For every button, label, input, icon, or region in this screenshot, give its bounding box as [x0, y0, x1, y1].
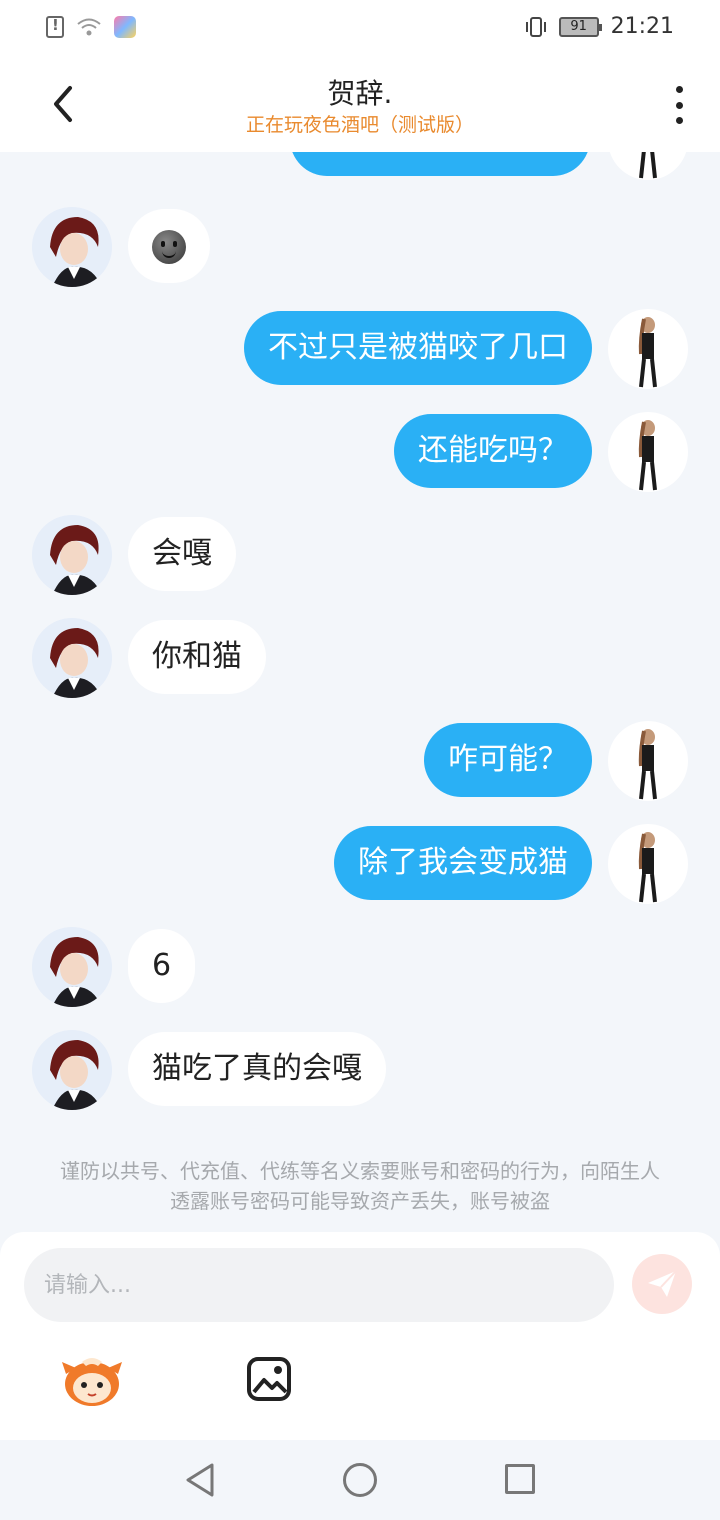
- input-panel: [0, 1232, 720, 1440]
- message-row: 咋可能？: [0, 721, 720, 801]
- status-bar: 91 21:21: [0, 0, 720, 56]
- message-bubble[interactable]: 会嘎: [128, 517, 236, 591]
- vibrate-icon: [525, 16, 546, 37]
- user-avatar[interactable]: [608, 152, 688, 180]
- message-row: 6: [0, 927, 720, 1007]
- smiley-face-icon: [152, 229, 186, 264]
- wifi-icon: [76, 16, 102, 38]
- nav-recent-apps-icon[interactable]: [505, 1464, 535, 1494]
- battery-indicator: 91: [558, 16, 602, 37]
- chat-title: 贺辞.: [327, 77, 393, 110]
- mascot-icon: [62, 1358, 122, 1406]
- paper-plane-icon: [648, 1270, 677, 1297]
- message-bubble[interactable]: 除了我会变成猫: [334, 826, 592, 900]
- more-dot-icon: [675, 101, 683, 109]
- send-button[interactable]: [632, 1254, 692, 1314]
- message-row: 你和猫: [0, 618, 720, 698]
- user-avatar[interactable]: [608, 824, 688, 904]
- image-picker-button[interactable]: [246, 1356, 292, 1402]
- contact-avatar[interactable]: [32, 515, 112, 595]
- message-row: 不过只是被猫咬了几口: [0, 309, 720, 389]
- message-bubble[interactable]: 猫吃了真的会嘎: [128, 1032, 386, 1106]
- nav-back-icon[interactable]: [184, 1462, 216, 1498]
- user-avatar[interactable]: [608, 309, 688, 389]
- user-avatar[interactable]: [608, 412, 688, 492]
- image-icon: [247, 1357, 291, 1401]
- message-row-partial: [0, 152, 720, 180]
- system-nav-bar: [0, 1440, 720, 1520]
- contact-avatar[interactable]: [32, 618, 112, 698]
- more-dot-icon: [675, 117, 683, 124]
- message-bubble[interactable]: [128, 209, 210, 283]
- message-bubble[interactable]: 你和猫: [128, 620, 266, 694]
- nav-home-icon[interactable]: [343, 1463, 377, 1497]
- message-bubble-partial[interactable]: [290, 152, 590, 176]
- message-row: 会嘎: [0, 515, 720, 595]
- message-bubble[interactable]: 还能吃吗？: [394, 414, 592, 488]
- message-bubble[interactable]: 不过只是被猫咬了几口: [244, 311, 592, 385]
- message-bubble[interactable]: 6: [128, 929, 196, 1003]
- app-notification-icon: [114, 16, 136, 38]
- message-row: 除了我会变成猫: [0, 824, 720, 904]
- message-row: 还能吃吗？: [0, 412, 720, 492]
- message-input[interactable]: [24, 1248, 614, 1322]
- message-row: 猫吃了真的会嘎: [0, 1030, 720, 1110]
- more-dot-icon: [675, 86, 683, 93]
- security-notice: 谨防以共号、代充值、代练等名义索要账号和密码的行为，向陌生人透露账号密码可能导致…: [60, 1159, 660, 1213]
- contact-avatar[interactable]: [32, 207, 112, 287]
- status-time: 21:21: [610, 14, 674, 39]
- user-avatar[interactable]: [608, 721, 688, 801]
- contact-avatar[interactable]: [32, 1030, 112, 1110]
- status-right: 91 21:21: [525, 14, 674, 39]
- contact-avatar[interactable]: [32, 927, 112, 1007]
- sim-alert-icon: [46, 16, 64, 38]
- mascot-sticker-button[interactable]: [60, 1352, 124, 1408]
- chat-message-list[interactable]: 不过只是被猫咬了几口 还能吃吗？ 会嘎 你和猫 咋可能？ 除了我会变成猫 6 猫…: [0, 152, 720, 1232]
- chat-header: 贺辞. 正在玩夜色酒吧（测试版）: [0, 56, 720, 152]
- playing-status[interactable]: 正在玩夜色酒吧（测试版）: [0, 110, 720, 137]
- message-row: [0, 207, 720, 287]
- more-options-button[interactable]: [674, 86, 684, 124]
- message-bubble[interactable]: 咋可能？: [424, 723, 592, 797]
- status-left: [46, 16, 136, 38]
